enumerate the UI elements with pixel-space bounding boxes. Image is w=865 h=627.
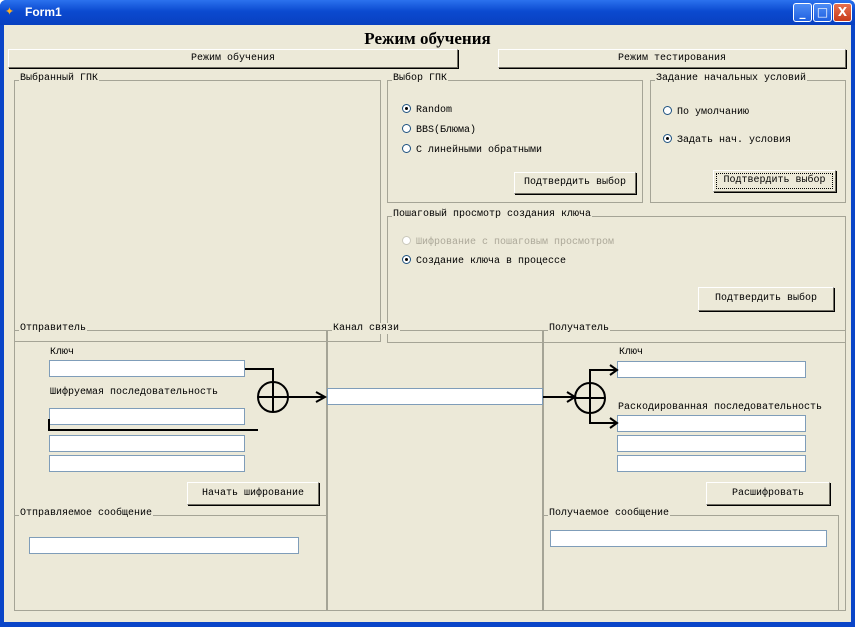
radio-random[interactable]: Random	[402, 104, 452, 116]
sender-key-label: Ключ	[50, 347, 75, 358]
gpk-choice-title: Выбор ГПК	[392, 73, 449, 84]
radio-stepwise-encryption-label: Шифрование с пошаговым просмотром	[416, 237, 615, 248]
sent-message-input[interactable]	[29, 537, 299, 554]
client-area: Режим обучения Режим обучения Режим тест…	[4, 25, 851, 622]
selected-gpk-title: Выбранный ГПК	[19, 73, 100, 84]
channel-input[interactable]	[327, 388, 543, 405]
close-button[interactable]: X	[833, 3, 852, 22]
radio-key-in-process-label: Создание ключа в процессе	[416, 256, 567, 267]
sender-sequence-input[interactable]	[49, 408, 245, 425]
confirm-conditions-button[interactable]: Подтвердить выбор	[713, 170, 836, 192]
radio-default-label: По умолчанию	[677, 107, 750, 118]
confirm-gpk-button[interactable]: Подтвердить выбор	[514, 172, 636, 194]
radio-stepwise-encryption[interactable]: Шифрование с пошаговым просмотром	[402, 236, 614, 248]
gpk-choice-group: Выбор ГПК Random BBS(Блюма) С линейными …	[387, 73, 643, 203]
maximize-button[interactable]: □	[813, 3, 832, 22]
sender-title: Отправитель	[19, 323, 88, 334]
initial-conditions-group: Задание начальных условий По умолчанию З…	[650, 73, 846, 203]
receiver-sequence-input[interactable]	[617, 415, 806, 432]
minimize-icon: _	[799, 5, 806, 19]
confirm-stepwise-button[interactable]: Подтвердить выбор	[698, 287, 834, 311]
sender-field-3[interactable]	[49, 435, 245, 452]
decrypt-button[interactable]: Расшифровать	[706, 482, 830, 505]
receiver-field-4[interactable]	[617, 455, 806, 472]
radio-set-conditions-label: Задать нач. условия	[677, 135, 792, 146]
receiver-title: Получатель	[548, 323, 611, 334]
close-icon: X	[837, 5, 848, 19]
testing-mode-button[interactable]: Режим тестирования	[498, 49, 846, 68]
encrypt-button[interactable]: Начать шифрование	[187, 482, 319, 505]
sent-message-group: Отправляемое сообщение	[14, 508, 327, 611]
title-bar[interactable]: ✦ Form1 _ □ X	[0, 0, 855, 25]
sender-key-input[interactable]	[49, 360, 245, 377]
stepwise-group: Пошаговый просмотр создания ключа Шифров…	[387, 209, 846, 343]
radio-key-in-process[interactable]: Создание ключа в процессе	[402, 255, 566, 267]
radio-random-label: Random	[416, 105, 453, 116]
stepwise-title: Пошаговый просмотр создания ключа	[392, 209, 593, 220]
channel-title: Канал связи	[332, 323, 401, 334]
radio-bbs[interactable]: BBS(Блюма)	[402, 124, 476, 136]
receiver-key-input[interactable]	[617, 361, 806, 378]
radio-icon	[402, 236, 411, 245]
selected-gpk-group: Выбранный ГПК	[14, 73, 381, 342]
channel-group: Канал связи	[327, 323, 543, 611]
sender-sequence-label: Шифруемая последовательность	[50, 387, 219, 398]
main-window: ✦ Form1 _ □ X Режим обучения Режим обуче…	[0, 0, 855, 627]
receiver-field-3[interactable]	[617, 435, 806, 452]
window-title: Form1	[25, 5, 62, 19]
radio-selected-icon	[663, 134, 672, 143]
learning-mode-button[interactable]: Режим обучения	[8, 49, 458, 68]
sender-field-4[interactable]	[49, 455, 245, 472]
radio-selected-icon	[402, 104, 411, 113]
received-message-input[interactable]	[550, 530, 827, 547]
maximize-icon: □	[816, 5, 829, 19]
sent-message-title: Отправляемое сообщение	[19, 508, 154, 519]
radio-set-conditions[interactable]: Задать нач. условия	[663, 134, 791, 146]
radio-icon	[663, 106, 672, 115]
radio-icon	[402, 144, 411, 153]
page-title: Режим обучения	[364, 29, 491, 48]
radio-bbs-label: BBS(Блюма)	[416, 125, 477, 136]
radio-selected-icon	[402, 255, 411, 264]
initial-conditions-title: Задание начальных условий	[655, 73, 808, 84]
app-icon: ✦	[5, 3, 15, 20]
receiver-key-label: Ключ	[619, 347, 644, 358]
minimize-button[interactable]: _	[793, 3, 812, 22]
radio-linear-feedback[interactable]: С линейными обратными	[402, 144, 542, 156]
received-message-title: Получаемое сообщение	[548, 508, 671, 519]
radio-linear-feedback-label: С линейными обратными	[416, 145, 543, 156]
receiver-sequence-label: Раскодированная последовательность	[618, 402, 823, 413]
radio-icon	[402, 124, 411, 133]
radio-default[interactable]: По умолчанию	[663, 106, 749, 118]
